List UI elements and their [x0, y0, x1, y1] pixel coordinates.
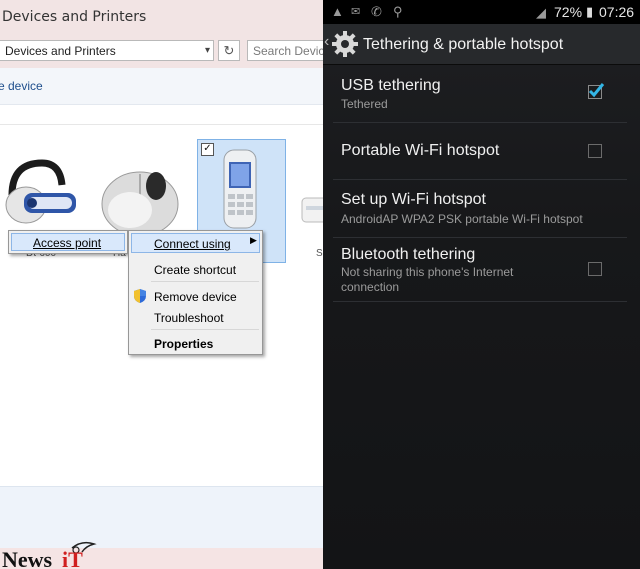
setting-subtitle: connection	[341, 280, 400, 294]
menu-item-troubleshoot[interactable]: Troubleshoot	[154, 311, 224, 325]
window-title-bar: Devices and Printers	[0, 0, 323, 34]
window-title: Devices and Printers	[2, 9, 147, 25]
setting-title: USB tethering	[341, 77, 441, 94]
battery-icon: ▮	[586, 4, 594, 19]
menu-item-properties[interactable]: Properties	[154, 337, 213, 351]
back-chevron-icon[interactable]: ‹	[324, 33, 329, 51]
refresh-icon[interactable]: ↻	[218, 40, 240, 61]
battery-percentage: 72%	[554, 4, 583, 20]
setting-setup-wifi-hotspot[interactable]: Set up Wi-Fi hotspot AndroidAP WPA2 PSK …	[333, 179, 627, 238]
checkmark-icon	[588, 83, 605, 98]
portable-hotspot-checkbox[interactable]	[588, 144, 602, 158]
devices-and-printers-window: Devices and Printers Devices and Printer…	[0, 0, 323, 569]
setting-usb-tethering[interactable]: USB tethering Tethered	[333, 66, 627, 123]
checkbox-icon[interactable]: ✓	[201, 143, 214, 156]
bluetooth-tethering-checkbox[interactable]	[588, 262, 602, 276]
add-device-link[interactable]: e device	[0, 79, 43, 93]
usb-icon: ⚲	[393, 4, 403, 19]
screen-title: Tethering & portable hotspot	[363, 36, 564, 53]
menu-item-create-shortcut[interactable]: Create shortcut	[154, 263, 236, 277]
access-point-label: Access point	[33, 236, 102, 250]
clock: 07:26	[599, 4, 635, 20]
setting-title: Set up Wi-Fi hotspot	[341, 191, 486, 208]
search-placeholder: Search Devices	[253, 44, 323, 58]
menu-item-remove-device[interactable]: Remove device	[154, 290, 237, 304]
setting-subtitle: Tethered	[341, 97, 388, 111]
action-bar: ‹ Tethering & portable hotspot	[323, 24, 640, 65]
chevron-down-icon[interactable]: ▾	[205, 45, 210, 56]
setting-title: Portable Wi-Fi hotspot	[341, 142, 500, 159]
notification-icon: ▲	[331, 4, 344, 19]
gear-icon[interactable]	[331, 30, 359, 58]
setting-bluetooth-tethering[interactable]: Bluetooth tethering Not sharing this pho…	[333, 237, 627, 302]
setting-portable-wifi-hotspot[interactable]: Portable Wi-Fi hotspot	[333, 122, 627, 180]
search-input[interactable]: Search Devices	[247, 40, 323, 61]
android-settings-screen: ▲ ✉ ✆ ⚲ ◢ 72% ▮ 07:26 ‹ Tethering & port…	[323, 0, 640, 569]
phone-call-icon: ✆	[371, 4, 382, 19]
usb-tethering-checkbox[interactable]	[588, 83, 605, 99]
headset-device-icon[interactable]	[2, 155, 82, 235]
shield-icon	[134, 289, 146, 303]
setting-title: Bluetooth tethering	[341, 246, 476, 263]
device-label: S	[316, 248, 323, 259]
svg-text:iT: iT	[62, 547, 83, 569]
printer-device-icon[interactable]	[300, 188, 323, 232]
outlook-icon: ✉	[351, 6, 361, 18]
mouse-device-icon[interactable]	[100, 160, 182, 240]
news-it-logo: News iT	[2, 541, 97, 569]
connect-using-label: Connect using	[154, 237, 231, 251]
command-bar: e device	[0, 68, 323, 105]
menu-separator	[151, 281, 259, 282]
phone-device-icon[interactable]	[220, 148, 260, 230]
address-bar[interactable]: Devices and Printers ▾	[0, 40, 214, 61]
navigation-bar: Devices and Printers ▾ ↻ Search Devices	[0, 34, 323, 68]
svg-text:News: News	[2, 547, 53, 569]
setting-subtitle: Not sharing this phone's Internet	[341, 265, 514, 279]
signal-icon: ◢	[536, 5, 546, 20]
submenu-arrow-icon: ▶	[250, 235, 257, 245]
device-context-menu: Connect using ▶ Create shortcut Remove d…	[128, 230, 263, 355]
connect-using-submenu: Access point	[8, 230, 128, 254]
status-bar: ▲ ✉ ✆ ⚲ ◢ 72% ▮ 07:26	[323, 0, 640, 24]
address-text: Devices and Printers	[5, 44, 116, 58]
setting-subtitle: AndroidAP WPA2 PSK portable Wi-Fi hotspo…	[341, 212, 583, 226]
menu-separator	[151, 329, 259, 330]
